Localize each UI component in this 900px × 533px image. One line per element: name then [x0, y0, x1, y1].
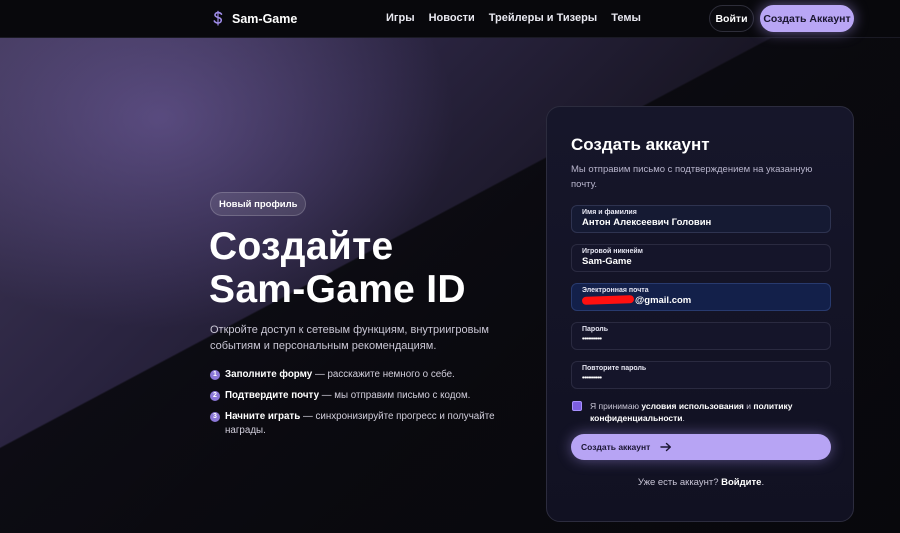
- full-name-value: Антон Алексеевич Головин: [582, 217, 712, 228]
- form-subtitle: Мы отправим письмо с подтверждением на у…: [571, 164, 813, 190]
- form-title: Создать аккаунт: [571, 135, 710, 154]
- step-item: 3 Начните играть — синхронизируйте прогр…: [210, 410, 500, 438]
- login-prompt-suffix: .: [761, 477, 765, 488]
- email-redaction-mark: [581, 295, 635, 306]
- main-nav: Игры Новости Трейлеры и Тизеры Темы: [386, 12, 641, 24]
- submit-label: Создать аккаунт: [581, 442, 651, 452]
- confirm-password-field[interactable]: Повторите пароль ••••••••••: [571, 361, 831, 389]
- terms-link[interactable]: условия использования: [641, 401, 744, 411]
- login-link[interactable]: Войдите: [721, 477, 761, 488]
- step-number-badge: 3: [210, 412, 220, 422]
- terms-row: Я принимаю условия использования и полит…: [572, 400, 822, 424]
- step-description: — расскажите немного о себе.: [312, 369, 455, 380]
- login-prompt-text: Уже есть аккаунт?: [637, 477, 722, 488]
- signup-card: Создать аккаунт Мы отправим письмо с под…: [546, 106, 854, 522]
- nav-item-topics[interactable]: Темы: [611, 12, 641, 24]
- logo-icon: [213, 10, 223, 26]
- steps-list: 1 Заполните форму — расскажите немного о…: [210, 368, 500, 445]
- password-field[interactable]: Пароль ••••••••••: [571, 322, 831, 350]
- terms-prefix: Я принимаю: [590, 401, 642, 411]
- confirm-password-label: Повторите пароль: [582, 365, 647, 372]
- step-text: Начните играть — синхронизируйте прогрес…: [225, 410, 500, 438]
- new-profile-badge: Новый профиль: [210, 192, 307, 216]
- hero-title: Создайте Sam-Game ID: [209, 225, 529, 311]
- step-title: Заполните форму: [225, 369, 313, 380]
- top-header: Sam-Game Игры Новости Трейлеры и Тизеры …: [0, 0, 900, 38]
- logo-text: Sam-Game: [232, 11, 298, 26]
- step-item: 2 Подтвердите почту — мы отправим письмо…: [210, 389, 500, 403]
- email-value: @gmail.com: [635, 295, 692, 306]
- hero-title-line-2: Sam-Game ID: [209, 268, 466, 311]
- full-name-field[interactable]: Имя и фамилия Антон Алексеевич Головин: [571, 205, 831, 233]
- password-value: ••••••••••: [582, 336, 602, 343]
- step-title: Подтвердите почту: [225, 390, 320, 401]
- terms-checkbox[interactable]: [572, 401, 582, 411]
- nickname-label: Игровой никнейм: [582, 248, 643, 255]
- hero-title-line-1: Создайте: [209, 225, 394, 268]
- create-account-header-button[interactable]: Создать Аккаунт: [760, 5, 854, 32]
- nickname-field[interactable]: Игровой никнейм Sam-Game: [571, 244, 831, 272]
- email-label: Электронная почта: [582, 287, 649, 294]
- terms-suffix: .: [682, 413, 685, 423]
- login-button[interactable]: Войти: [709, 5, 754, 32]
- login-prompt: Уже есть аккаунт? Войдите.: [547, 477, 855, 488]
- nav-item-news[interactable]: Новости: [429, 12, 475, 24]
- hero-subtitle: Откройте доступ к сетевым функциям, внут…: [210, 324, 489, 352]
- password-label: Пароль: [582, 326, 609, 333]
- nav-item-trailers[interactable]: Трейлеры и Тизеры: [489, 12, 597, 24]
- terms-and: и: [743, 401, 754, 411]
- nickname-value: Sam-Game: [582, 256, 632, 267]
- terms-text: Я принимаю условия использования и полит…: [590, 400, 822, 424]
- logo[interactable]: Sam-Game: [212, 10, 297, 27]
- step-description: — мы отправим письмо с кодом.: [319, 390, 471, 401]
- create-account-submit-button[interactable]: Создать аккаунт: [571, 434, 831, 460]
- step-title: Начните играть: [225, 411, 301, 422]
- full-name-label: Имя и фамилия: [582, 209, 637, 216]
- step-text: Подтвердите почту — мы отправим письмо с…: [225, 389, 470, 403]
- step-number-badge: 1: [210, 370, 220, 380]
- arrow-right-icon: [660, 442, 672, 452]
- confirm-password-value: ••••••••••: [582, 375, 602, 382]
- email-field[interactable]: Электронная почта @gmail.com: [571, 283, 831, 311]
- email-value-wrap: @gmail.com: [581, 295, 820, 307]
- step-number-badge: 2: [210, 391, 220, 401]
- step-text: Заполните форму — расскажите немного о с…: [225, 368, 455, 382]
- nav-item-games[interactable]: Игры: [386, 12, 415, 24]
- step-item: 1 Заполните форму — расскажите немного о…: [210, 368, 500, 382]
